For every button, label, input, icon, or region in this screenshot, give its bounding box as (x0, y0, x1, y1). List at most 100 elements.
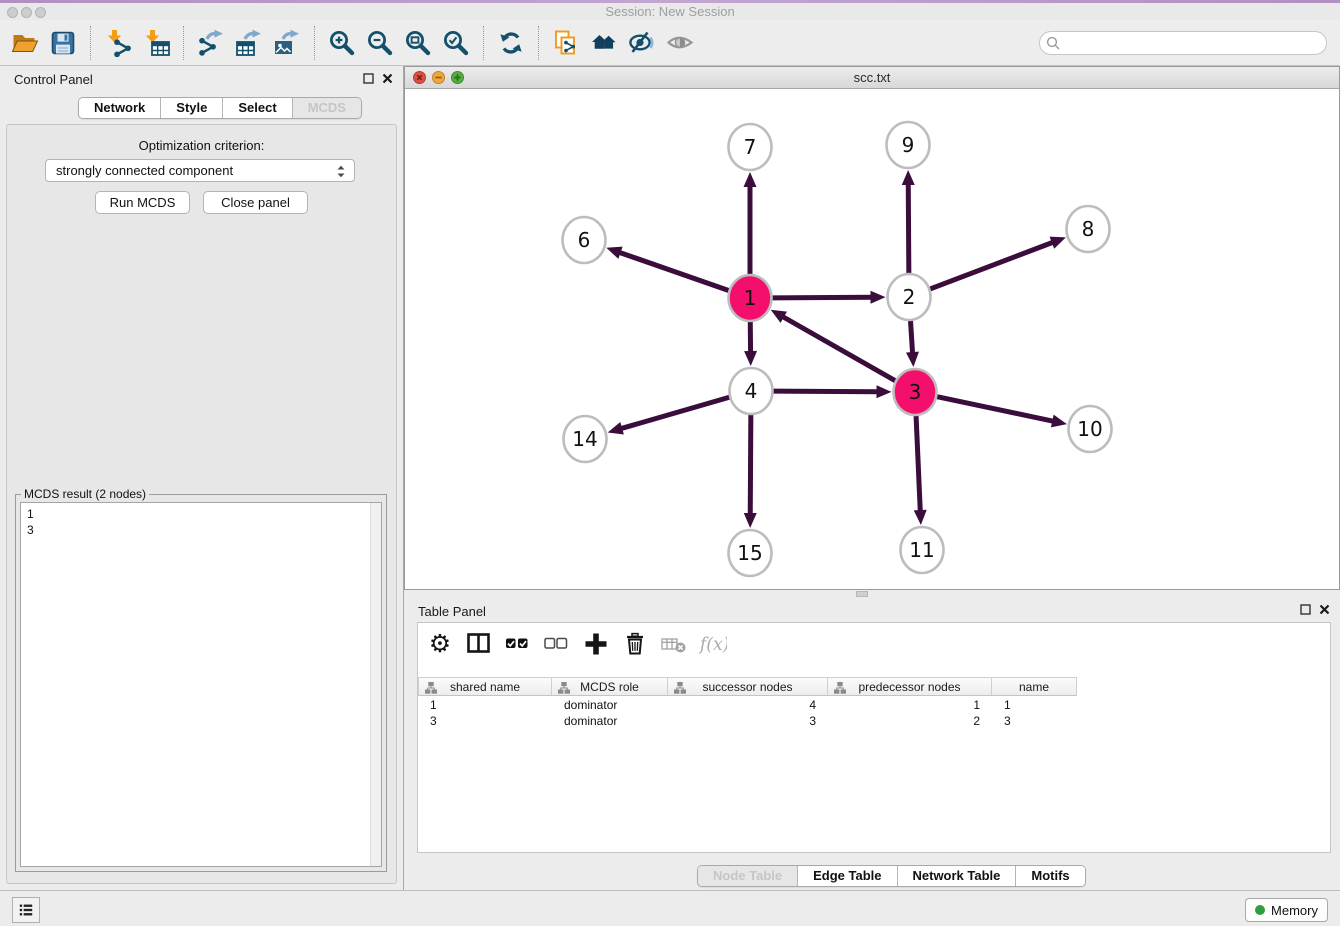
add-column-button[interactable] (582, 629, 610, 659)
toolbar-separator (314, 26, 315, 60)
close-table-panel-icon[interactable] (1319, 604, 1330, 615)
float-table-panel-icon[interactable] (1300, 604, 1311, 615)
column-header-successor-nodes[interactable]: successor nodes (668, 677, 828, 696)
unselect-all-button[interactable] (543, 629, 571, 659)
table-row[interactable]: 1dominator411 (418, 697, 1330, 713)
export-image-button[interactable] (268, 25, 306, 61)
mcds-result-list[interactable]: 13 (20, 502, 382, 867)
edge-2-3[interactable] (911, 321, 913, 354)
function-builder-icon: f(x) (699, 630, 727, 658)
edge-3-1[interactable] (782, 316, 895, 380)
edge-3-11[interactable] (916, 416, 920, 512)
mcds-result-line: 3 (27, 522, 375, 538)
mcds-result-title: MCDS result (2 nodes) (21, 487, 149, 501)
column-header-predecessor-nodes[interactable]: predecessor nodes (828, 677, 992, 696)
svg-text:⚙: ⚙ (429, 630, 451, 658)
tab-select[interactable]: Select (222, 98, 291, 118)
split-panel-button[interactable] (465, 629, 493, 659)
column-header-name[interactable]: name (992, 677, 1077, 696)
select-all-icon (504, 630, 532, 658)
edge-1-6[interactable] (619, 252, 729, 290)
edge-1-2[interactable] (772, 297, 872, 298)
node-label-10: 10 (1077, 417, 1102, 441)
select-chevrons-icon (333, 163, 349, 180)
float-panel-icon[interactable] (363, 73, 374, 84)
table-cell[interactable]: 3 (668, 713, 828, 729)
zoom-in-icon (328, 29, 356, 57)
table-settings-button[interactable]: ⚙ (426, 629, 454, 659)
optimization-criterion-select[interactable]: strongly connected component (45, 159, 355, 182)
column-header-shared-name[interactable]: shared name (418, 677, 552, 696)
close-panel-icon[interactable] (382, 73, 393, 84)
clone-network-button[interactable] (547, 25, 585, 61)
table-tab-node-table[interactable]: Node Table (698, 866, 797, 886)
control-panel: Control Panel NetworkStyleSelectMCDS Opt… (0, 66, 404, 890)
table-row[interactable]: 3dominator323 (418, 713, 1330, 729)
mcds-result-line: 1 (27, 506, 375, 522)
node-label-9: 9 (902, 133, 915, 157)
optimization-criterion-label: Optimization criterion: (7, 138, 396, 153)
tab-mcds[interactable]: MCDS (292, 98, 361, 118)
table-cell[interactable]: 1 (418, 697, 552, 713)
table-tab-network-table[interactable]: Network Table (897, 866, 1016, 886)
zoom-selected-icon (442, 29, 470, 57)
node-label-11: 11 (909, 538, 934, 562)
delete-column-button (660, 629, 688, 659)
network-window-titlebar[interactable]: scc.txt (405, 67, 1339, 89)
edge-2-9[interactable] (908, 183, 909, 273)
network-view-window: scc.txt 7968124314101511 (404, 66, 1340, 590)
zoom-selected-button[interactable] (437, 25, 475, 61)
home-view-button[interactable] (585, 25, 623, 61)
edge-2-8[interactable] (930, 242, 1054, 289)
hide-panels-button[interactable] (623, 25, 661, 61)
edge-arrow-1-2 (870, 291, 885, 304)
result-scrollbar[interactable] (370, 503, 381, 866)
zoom-fit-icon (404, 29, 432, 57)
edge-4-14[interactable] (620, 397, 729, 429)
table-body: 1dominator4113dominator323 (418, 697, 1330, 729)
export-network-button[interactable] (192, 25, 230, 61)
import-table-button[interactable] (137, 25, 175, 61)
search-input[interactable] (1039, 31, 1327, 55)
table-cell[interactable]: 3 (418, 713, 552, 729)
tab-network[interactable]: Network (79, 98, 160, 118)
memory-button[interactable]: Memory (1245, 898, 1328, 922)
zoom-out-button[interactable] (361, 25, 399, 61)
horizontal-splitter-handle[interactable] (856, 591, 868, 597)
zoom-fit-button[interactable] (399, 25, 437, 61)
table-panel: Table Panel ⚙f(x) shared nameMCDS rolesu… (404, 598, 1340, 890)
select-all-button[interactable] (504, 629, 532, 659)
table-tab-motifs[interactable]: Motifs (1015, 866, 1084, 886)
column-header-MCDS-role[interactable]: MCDS role (552, 677, 668, 696)
close-panel-button[interactable]: Close panel (203, 191, 308, 214)
apply-layout-button[interactable] (492, 25, 530, 61)
save-session-button[interactable] (44, 25, 82, 61)
table-cell[interactable]: dominator (552, 697, 668, 713)
table-cell[interactable]: 1 (828, 697, 992, 713)
zoom-in-button[interactable] (323, 25, 361, 61)
node-label-6: 6 (578, 228, 591, 252)
export-table-button[interactable] (230, 25, 268, 61)
edge-3-10[interactable] (937, 397, 1054, 422)
table-cell[interactable]: 1 (992, 697, 1077, 713)
export-network-icon (197, 29, 225, 57)
import-network-button[interactable] (99, 25, 137, 61)
task-history-button[interactable] (12, 897, 40, 923)
split-panel-icon (465, 630, 493, 658)
delete-table-icon (621, 630, 649, 658)
control-panel-title: Control Panel (14, 72, 93, 87)
open-file-button[interactable] (6, 25, 44, 61)
table-cell[interactable]: 3 (992, 713, 1077, 729)
delete-table-button[interactable] (621, 629, 649, 659)
edge-4-3[interactable] (773, 391, 878, 392)
table-cell[interactable]: 4 (668, 697, 828, 713)
edge-4-15[interactable] (750, 415, 751, 515)
table-cell[interactable]: 2 (828, 713, 992, 729)
table-tab-edge-table[interactable]: Edge Table (797, 866, 896, 886)
tab-style[interactable]: Style (160, 98, 222, 118)
run-mcds-button[interactable]: Run MCDS (95, 191, 190, 214)
edge-arrow-2-3 (906, 352, 919, 367)
edge-arrow-3-11 (914, 510, 927, 525)
network-graph-canvas[interactable]: 7968124314101511 (405, 89, 1339, 589)
table-cell[interactable]: dominator (552, 713, 668, 729)
